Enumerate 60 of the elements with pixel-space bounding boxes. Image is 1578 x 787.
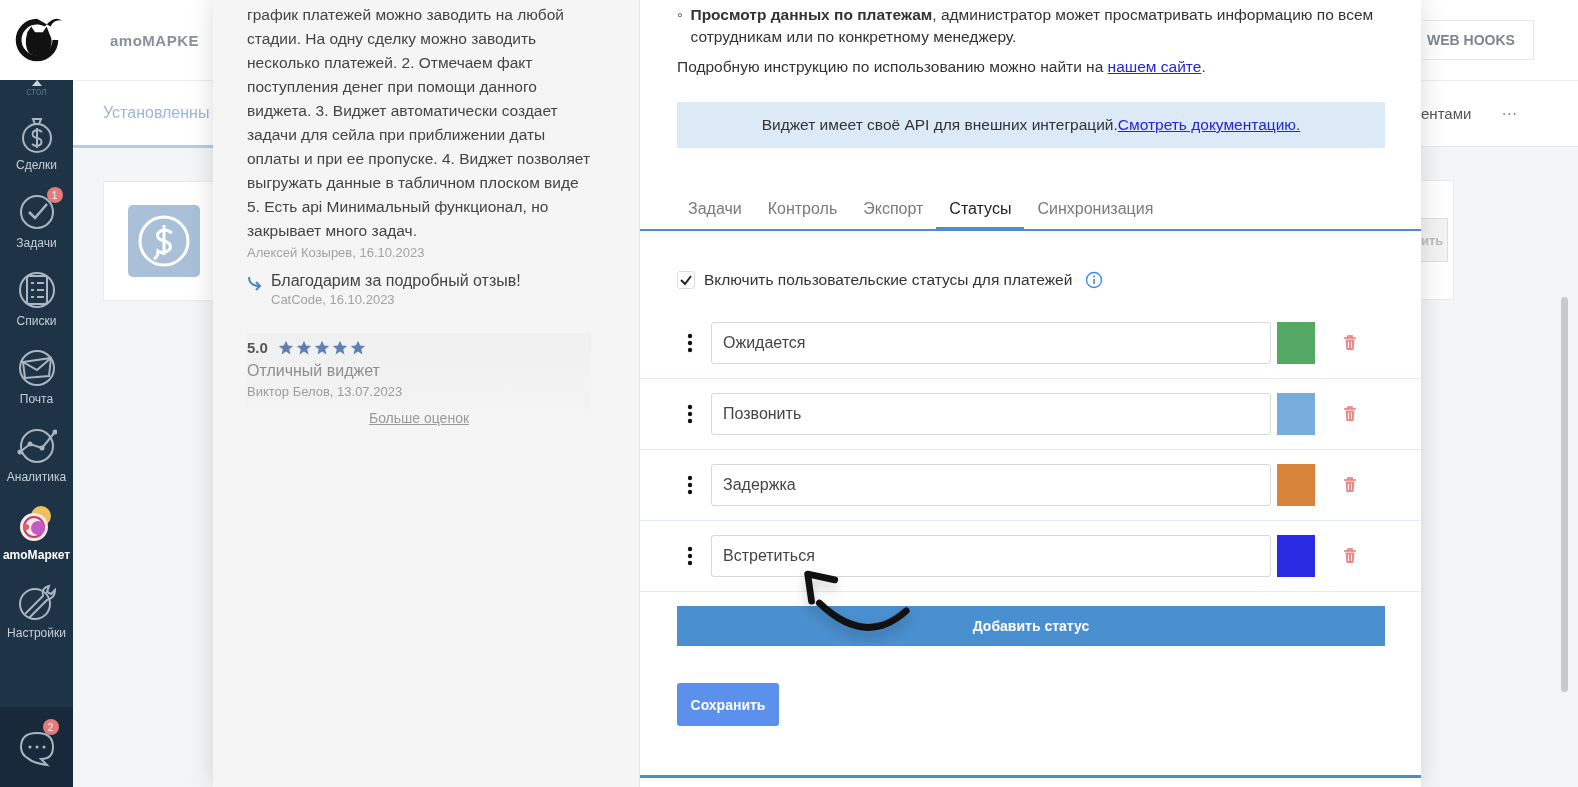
status-name-field[interactable]: Ожидается: [711, 322, 1271, 364]
api-text: Виджет имеет своё API для внешних интеграций.: [761, 116, 1118, 134]
sidebar-item[interactable]: Почта: [0, 338, 73, 416]
wrench-icon: [16, 582, 57, 622]
sidebar-item[interactable]: 1 Задачи: [0, 182, 73, 260]
checkbox-label: Включить пользовательские статусы для платежей: [704, 271, 1073, 289]
page-title: amoMAPKE: [110, 31, 199, 49]
web-hooks-button[interactable]: WEB HOOKS: [1423, 20, 1534, 60]
sidebar-item[interactable]: Сделки: [0, 104, 73, 182]
documentation-link[interactable]: Смотреть документацию.: [1117, 116, 1301, 134]
review-author: Виктор Белов, 13.07.2023: [247, 384, 404, 399]
tab[interactable]: Контроль: [754, 190, 851, 231]
envelope-icon: [16, 348, 57, 388]
status-name-field[interactable]: Встретиться: [711, 535, 1271, 577]
reply-arrow-icon: [247, 276, 263, 292]
tab[interactable]: Задачи: [675, 190, 755, 231]
status-name-field[interactable]: Позвонить: [711, 393, 1271, 435]
color-swatch[interactable]: [1277, 393, 1315, 435]
color-swatch[interactable]: [1277, 464, 1315, 506]
review-text: график платежей можно заводить на любой стадии. На одну сделку можно заводить несколько платежей. 2. Отмечаем факт поступления денег при помощи данного виджета. 3. Виджет автоматически создает задачи для сейла при приближении даты оплаты и при ее пропуске. 4. Виджет позволяет выгружать данные в табличном плоском виде 5. Есть api Минимальный функционал, но закрывает много задач.: [247, 5, 591, 241]
sidebar-item[interactable]: Настройки: [0, 572, 73, 650]
up-arrow-icon[interactable]: [31, 80, 42, 86]
sidebar-item[interactable]: Списки: [0, 260, 73, 338]
notification-badge: 2: [42, 719, 59, 735]
tab[interactable]: ентами: [1421, 105, 1472, 122]
rating-score: 5.0: [247, 339, 268, 356]
drag-handle-icon[interactable]: [687, 546, 693, 566]
instruction-text: Подробную инструкцию по использованию можно найти на нашем сайте.: [677, 58, 1207, 76]
feature-description: Просмотр данных по платежам, администратор может просматривать информацию по всем сотрудникам или по конкретному менеджеру.: [690, 5, 1375, 47]
sidebar-label: стол: [26, 86, 47, 97]
tab[interactable]: Экспорт: [850, 190, 937, 231]
reply-text: Благодарим за подробный отзыв!: [271, 272, 521, 290]
drag-handle-icon[interactable]: [687, 404, 693, 424]
notification-badge: 1: [46, 187, 63, 203]
tab[interactable]: Синхронизация: [1024, 190, 1167, 231]
chart-icon: [16, 426, 57, 466]
bullet-marker: ◦: [677, 5, 683, 25]
more-menu[interactable]: ···: [1501, 104, 1518, 123]
color-swatch[interactable]: [1277, 535, 1315, 577]
drag-handle-icon[interactable]: [687, 333, 693, 353]
sidebar-item[interactable]: Аналитика: [0, 416, 73, 494]
trash-icon[interactable]: [1343, 477, 1357, 493]
dollar-icon: [128, 205, 200, 277]
tab[interactable]: Статусы: [936, 190, 1025, 231]
trash-icon[interactable]: [1343, 548, 1357, 564]
sidebar-item[interactable]: amoМаркет: [0, 494, 73, 572]
scrollbar[interactable]: [1561, 297, 1568, 692]
trash-icon[interactable]: [1343, 335, 1357, 351]
review-title: Отличный виджет: [247, 362, 381, 380]
status-name-field[interactable]: Задержка: [711, 464, 1271, 506]
color-swatch[interactable]: [1277, 322, 1315, 364]
checkbox[interactable]: [677, 271, 695, 289]
trash-icon[interactable]: [1343, 406, 1357, 422]
list-icon: [16, 270, 57, 310]
info-icon[interactable]: [1085, 271, 1104, 289]
site-link[interactable]: нашем сайте: [1107, 58, 1202, 75]
reply-author: CatCode, 16.10.2023: [271, 292, 396, 307]
review-author: Алексей Козырев, 16.10.2023: [247, 245, 426, 260]
widget-card[interactable]: [103, 181, 213, 301]
drag-handle-icon[interactable]: [687, 475, 693, 495]
